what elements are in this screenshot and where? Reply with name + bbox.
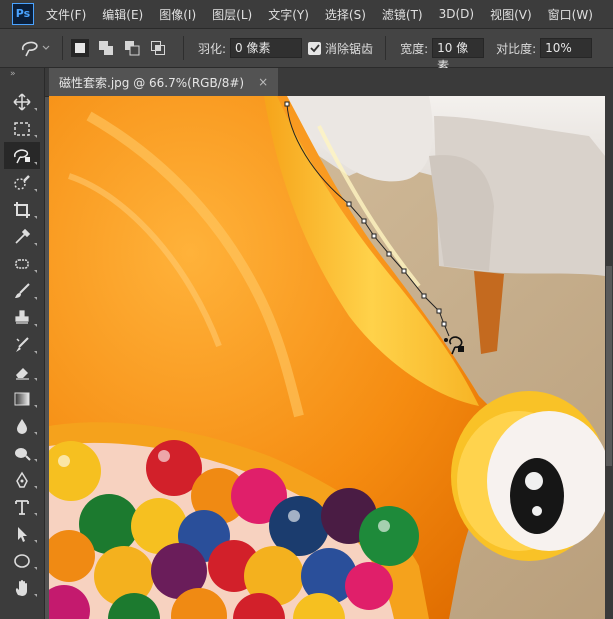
eraser-icon bbox=[16, 367, 29, 380]
intersect-selection-button[interactable] bbox=[149, 39, 167, 57]
magnetic-lasso-icon bbox=[21, 41, 50, 57]
document-tab-title: 磁性套索.jpg @ 66.7%(RGB/8#) bbox=[59, 75, 245, 90]
magnetic-lasso-icon bbox=[14, 148, 30, 163]
clone-stamp-icon bbox=[15, 309, 29, 324]
new-selection-button[interactable] bbox=[71, 39, 89, 57]
new-selection-icon bbox=[75, 43, 85, 53]
magnetic-lasso-tool[interactable] bbox=[4, 142, 40, 169]
eyedropper-icon bbox=[15, 228, 31, 244]
width-label: 宽度: bbox=[400, 41, 429, 56]
scrollbar-thumb[interactable] bbox=[606, 266, 612, 466]
marquee-tool[interactable] bbox=[4, 115, 40, 142]
separator bbox=[62, 36, 63, 60]
blur-icon bbox=[17, 418, 27, 434]
type-tool[interactable] bbox=[4, 493, 40, 520]
move-tool[interactable] bbox=[4, 88, 40, 115]
gradient-tool[interactable] bbox=[4, 385, 40, 412]
eyedropper-tool[interactable] bbox=[4, 223, 40, 250]
tool-preset-picker[interactable] bbox=[18, 34, 54, 62]
ellipse-tool[interactable] bbox=[4, 547, 40, 574]
hand-tool[interactable] bbox=[4, 574, 40, 601]
options-bar: 羽化: 0 像素 消除锯齿 宽度: 10 像素 对比度: 10% bbox=[0, 29, 613, 73]
menu-image[interactable]: 图像(I) bbox=[159, 6, 196, 23]
healing-brush-tool[interactable] bbox=[4, 250, 40, 277]
brush-icon bbox=[15, 282, 30, 298]
eraser-tool[interactable] bbox=[4, 358, 40, 385]
menu-bar: Ps 文件(F) 编辑(E) 图像(I) 图层(L) 文字(Y) 选择(S) 滤… bbox=[0, 0, 613, 29]
feather-input[interactable]: 0 像素 bbox=[230, 38, 303, 58]
history-brush-tool[interactable] bbox=[4, 331, 40, 358]
menu-layer[interactable]: 图层(L) bbox=[212, 6, 252, 23]
contrast-input[interactable]: 10% bbox=[540, 38, 593, 58]
brush-tool[interactable] bbox=[4, 277, 40, 304]
menu-view[interactable]: 视图(V) bbox=[490, 6, 532, 23]
gradient-icon bbox=[14, 392, 30, 405]
document-tab-bar: 磁性套索.jpg @ 66.7%(RGB/8#) × bbox=[45, 68, 613, 97]
subtract-selection-button[interactable] bbox=[123, 39, 141, 57]
healing-brush-icon bbox=[15, 258, 29, 269]
app-logo: Ps bbox=[12, 3, 34, 25]
feather-label: 羽化: bbox=[198, 41, 227, 56]
separator bbox=[183, 36, 184, 60]
antialias-label: 消除锯齿 bbox=[325, 41, 374, 56]
blur-tool[interactable] bbox=[4, 412, 40, 439]
crop-tool[interactable] bbox=[4, 196, 40, 223]
ellipse-icon bbox=[14, 553, 30, 568]
menu-window[interactable]: 窗口(W) bbox=[548, 6, 593, 23]
pen-tool[interactable] bbox=[4, 466, 40, 493]
subtract-selection-icon bbox=[125, 41, 140, 56]
move-icon bbox=[13, 92, 31, 111]
intersect-selection-icon bbox=[151, 41, 165, 55]
add-selection-button[interactable] bbox=[97, 39, 115, 57]
menu-type[interactable]: 文字(Y) bbox=[268, 6, 309, 23]
pen-icon bbox=[16, 471, 28, 488]
history-brush-icon bbox=[16, 336, 29, 352]
canvas-image bbox=[49, 96, 605, 619]
menu-3d[interactable]: 3D(D) bbox=[439, 7, 474, 21]
type-icon bbox=[15, 499, 29, 515]
hand-icon bbox=[15, 579, 27, 596]
clone-stamp-tool[interactable] bbox=[4, 304, 40, 331]
document-canvas[interactable] bbox=[49, 96, 605, 619]
menu-select[interactable]: 选择(S) bbox=[325, 6, 366, 23]
antialias-checkbox[interactable] bbox=[308, 41, 322, 55]
dodge-icon bbox=[15, 447, 31, 461]
crop-icon bbox=[14, 201, 30, 218]
add-selection-icon bbox=[99, 41, 113, 55]
path-selection-tool[interactable] bbox=[4, 520, 40, 547]
contrast-label: 对比度: bbox=[496, 41, 537, 56]
menu-edit[interactable]: 编辑(E) bbox=[102, 6, 143, 23]
close-icon[interactable]: × bbox=[258, 75, 268, 89]
quick-selection-icon bbox=[14, 174, 30, 190]
tools-panel: » bbox=[0, 68, 45, 619]
vertical-scrollbar[interactable] bbox=[605, 96, 613, 619]
width-input[interactable]: 10 像素 bbox=[432, 38, 485, 73]
document-tab[interactable]: 磁性套索.jpg @ 66.7%(RGB/8#) × bbox=[49, 68, 279, 96]
quick-selection-tool[interactable] bbox=[4, 169, 40, 196]
separator bbox=[385, 36, 387, 60]
menu-file[interactable]: 文件(F) bbox=[46, 6, 86, 23]
checkmark-icon bbox=[309, 44, 320, 53]
dodge-tool[interactable] bbox=[4, 439, 40, 466]
path-selection-icon bbox=[18, 526, 27, 542]
menu-filter[interactable]: 滤镜(T) bbox=[382, 6, 423, 23]
marquee-icon bbox=[14, 121, 30, 136]
panel-collapse-icon[interactable]: » bbox=[0, 68, 44, 82]
